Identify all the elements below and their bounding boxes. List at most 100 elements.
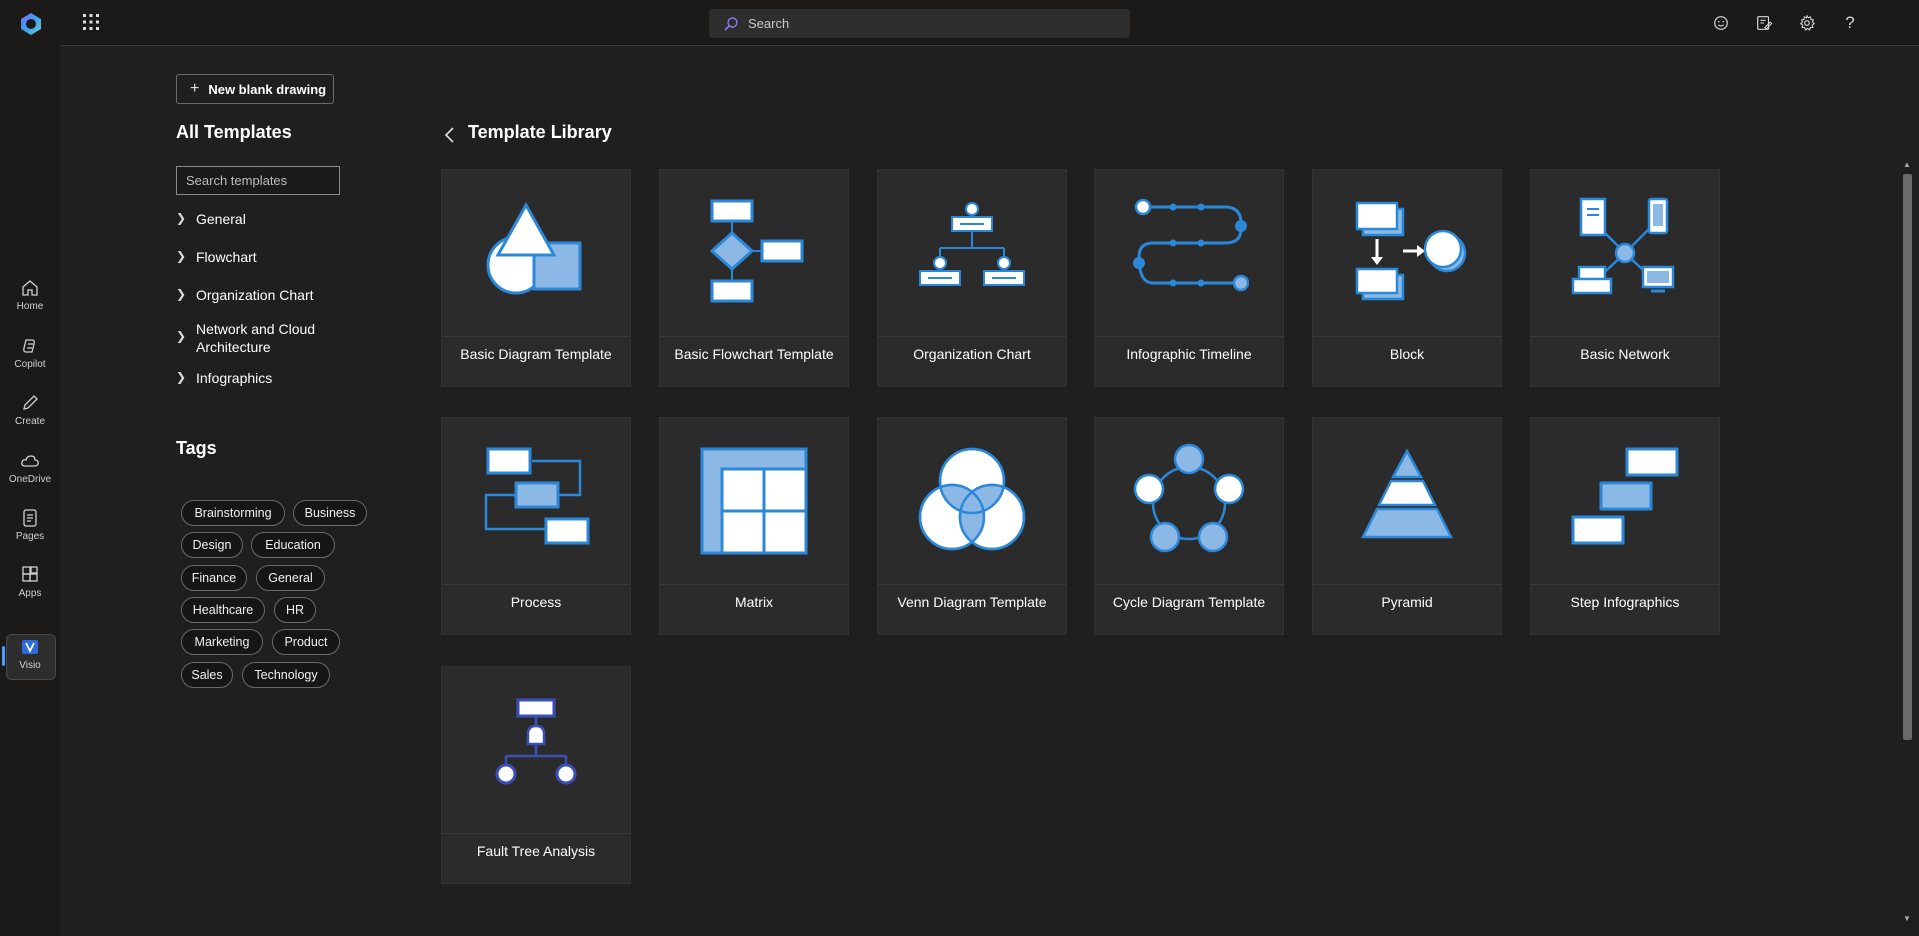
chevron-right-icon: ❯ bbox=[176, 211, 187, 225]
template-card-pyramid[interactable]: Pyramid bbox=[1312, 417, 1502, 635]
app-rail: Home Copilot Create OneDrive Pages Apps … bbox=[0, 0, 60, 936]
rail-label: Create bbox=[14, 416, 45, 427]
help-button[interactable]: ? bbox=[1840, 13, 1860, 33]
tag-chip[interactable]: Healthcare bbox=[181, 597, 265, 623]
back-chevron-icon[interactable] bbox=[440, 125, 460, 145]
cloud-icon bbox=[21, 455, 39, 467]
category-general[interactable]: ❯ General bbox=[176, 210, 346, 228]
tag-chip[interactable]: Business bbox=[293, 500, 367, 526]
tag-chip[interactable]: Finance bbox=[181, 565, 247, 591]
tag-chip[interactable]: General bbox=[256, 565, 325, 591]
tag-chip[interactable]: Product bbox=[272, 629, 340, 655]
apps-icon bbox=[22, 566, 38, 582]
template-card-cycle-diagram[interactable]: Cycle Diagram Template bbox=[1094, 417, 1284, 635]
template-thumbnail bbox=[1531, 418, 1719, 585]
template-card-title: Matrix bbox=[734, 594, 774, 610]
search-templates-input[interactable]: Search templates bbox=[176, 166, 340, 195]
template-card-basic-flowchart[interactable]: Basic Flowchart Template bbox=[659, 169, 849, 387]
tag-chip[interactable]: Sales bbox=[181, 662, 233, 688]
rail-label: Copilot bbox=[14, 359, 46, 370]
rail-item-onedrive[interactable]: OneDrive bbox=[0, 451, 60, 501]
whats-new-button[interactable] bbox=[1754, 13, 1774, 33]
pyramid-icon bbox=[1360, 448, 1454, 539]
template-card-title: Cycle Diagram Template bbox=[1112, 594, 1266, 610]
template-card-basic-network[interactable]: Basic Network bbox=[1530, 169, 1720, 387]
fault-tree-icon bbox=[495, 698, 577, 785]
category-organization-chart[interactable]: ❯ Organization Chart bbox=[176, 286, 346, 304]
rail-item-create[interactable]: Create bbox=[0, 393, 60, 443]
feedback-button[interactable] bbox=[1711, 13, 1731, 33]
template-card-fault-tree[interactable]: Fault Tree Analysis bbox=[441, 666, 631, 884]
tag-chip[interactable]: Technology bbox=[242, 662, 330, 688]
chevron-right-icon: ❯ bbox=[176, 370, 187, 384]
scroll-down-icon[interactable]: ▼ bbox=[1902, 914, 1912, 924]
scrollbar[interactable]: ▲ ▼ bbox=[1901, 158, 1913, 926]
chevron-right-icon: ❯ bbox=[176, 329, 187, 343]
template-card-venn-diagram[interactable]: Venn Diagram Template bbox=[877, 417, 1067, 635]
search-templates-placeholder: Search templates bbox=[186, 173, 288, 188]
cycle-icon bbox=[1133, 443, 1245, 553]
template-card-title: Basic Flowchart Template bbox=[674, 346, 834, 362]
template-card-title: Venn Diagram Template bbox=[897, 594, 1047, 610]
chevron-right-icon: ❯ bbox=[176, 249, 187, 263]
new-blank-drawing-label: New blank drawing bbox=[208, 81, 327, 97]
block-icon bbox=[1355, 201, 1467, 301]
template-card-title: Infographic Timeline bbox=[1126, 346, 1252, 362]
settings-button[interactable] bbox=[1797, 13, 1817, 33]
help-icon: ? bbox=[1845, 13, 1855, 32]
category-network-cloud[interactable]: ❯ Network and Cloud Architecture bbox=[176, 320, 346, 356]
template-card-block[interactable]: Block bbox=[1312, 169, 1502, 387]
template-thumbnail bbox=[442, 667, 630, 834]
template-card-basic-diagram[interactable]: Basic Diagram Template bbox=[441, 169, 631, 387]
template-card-organization-chart[interactable]: Organization Chart bbox=[877, 169, 1067, 387]
feedback-icon bbox=[1714, 16, 1728, 30]
visio-icon bbox=[22, 640, 38, 654]
global-search-input[interactable]: Search bbox=[709, 9, 1130, 38]
steps-icon bbox=[1571, 447, 1679, 545]
org-chart-icon bbox=[919, 202, 1025, 286]
settings-icon bbox=[1799, 14, 1816, 31]
template-card-infographic-timeline[interactable]: Infographic Timeline bbox=[1094, 169, 1284, 387]
category-label: Network and Cloud Architecture bbox=[196, 321, 316, 355]
all-templates-heading: All Templates bbox=[176, 122, 292, 142]
rail-label: Home bbox=[16, 301, 44, 312]
pen-icon bbox=[23, 395, 38, 410]
template-card-step-infographics[interactable]: Step Infographics bbox=[1530, 417, 1720, 635]
new-blank-drawing-button[interactable]: + New blank drawing bbox=[176, 74, 334, 104]
rail-item-apps[interactable]: Apps bbox=[0, 565, 60, 615]
category-infographics[interactable]: ❯ Infographics bbox=[176, 369, 346, 387]
template-card-title: Basic Diagram Template bbox=[460, 346, 612, 362]
tag-chip[interactable]: Marketing bbox=[181, 629, 263, 655]
scroll-up-icon[interactable]: ▲ bbox=[1902, 160, 1912, 170]
template-card-title: Basic Network bbox=[1580, 346, 1670, 362]
rail-item-visio[interactable]: Visio bbox=[0, 637, 60, 687]
template-card-process[interactable]: Process bbox=[441, 417, 631, 635]
template-thumbnail bbox=[1095, 418, 1283, 585]
template-card-matrix[interactable]: Matrix bbox=[659, 417, 849, 635]
scrollbar-thumb[interactable] bbox=[1903, 174, 1912, 740]
category-label: General bbox=[196, 211, 246, 227]
template-thumbnail bbox=[878, 170, 1066, 337]
microsoft365-logo-icon[interactable] bbox=[18, 11, 44, 37]
template-thumbnail bbox=[660, 170, 848, 337]
category-flowchart[interactable]: ❯ Flowchart bbox=[176, 248, 346, 266]
timeline-icon bbox=[1133, 198, 1249, 292]
tags-heading: Tags bbox=[176, 438, 217, 458]
tag-chip[interactable]: Design bbox=[181, 532, 243, 558]
tag-chip[interactable]: HR bbox=[274, 597, 316, 623]
template-card-title: Organization Chart bbox=[913, 346, 1031, 362]
whats-new-icon bbox=[1757, 16, 1773, 30]
rail-item-copilot[interactable]: Copilot bbox=[0, 336, 60, 386]
tag-chip[interactable]: Education bbox=[251, 532, 335, 558]
rail-label: OneDrive bbox=[8, 474, 52, 485]
tag-chip[interactable]: Brainstorming bbox=[181, 500, 285, 526]
app-launcher-icon[interactable] bbox=[82, 13, 100, 31]
rail-item-home[interactable]: Home bbox=[0, 278, 60, 328]
matrix-icon bbox=[700, 447, 808, 555]
category-label: Infographics bbox=[196, 370, 273, 386]
template-library-title: Template Library bbox=[468, 122, 612, 142]
template-card-title: Step Infographics bbox=[1570, 594, 1680, 610]
top-bar: Search ? bbox=[60, 0, 1919, 46]
template-thumbnail bbox=[878, 418, 1066, 585]
rail-item-pages[interactable]: Pages bbox=[0, 508, 60, 558]
